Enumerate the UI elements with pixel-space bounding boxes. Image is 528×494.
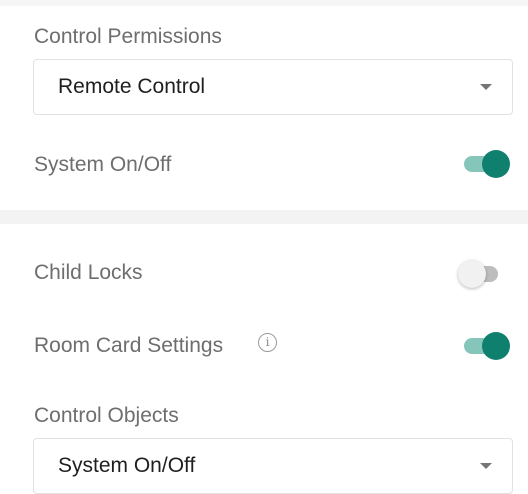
- room-card-settings-toggle[interactable]: [458, 332, 510, 360]
- room-card-settings-label: Room Card Settings: [34, 334, 224, 357]
- toggle-thumb: [482, 150, 510, 178]
- chevron-down-icon: [480, 84, 492, 90]
- control-permissions-label: Control Permissions: [34, 25, 222, 48]
- info-icon[interactable]: i: [258, 333, 277, 352]
- control-permissions-value: Remote Control: [58, 75, 206, 98]
- toggle-thumb: [458, 260, 486, 288]
- control-objects-select[interactable]: System On/Off: [33, 438, 513, 494]
- child-locks-toggle[interactable]: [458, 260, 510, 288]
- child-locks-label: Child Locks: [34, 261, 143, 284]
- system-on-off-label: System On/Off: [34, 153, 172, 176]
- control-permissions-select[interactable]: Remote Control: [33, 59, 513, 115]
- control-objects-label: Control Objects: [34, 404, 179, 427]
- chevron-down-icon: [480, 463, 492, 469]
- toggle-thumb: [482, 332, 510, 360]
- control-objects-value: System On/Off: [58, 454, 196, 477]
- section-divider: [0, 210, 528, 224]
- system-on-off-toggle[interactable]: [458, 150, 510, 178]
- top-edge: [0, 0, 528, 6]
